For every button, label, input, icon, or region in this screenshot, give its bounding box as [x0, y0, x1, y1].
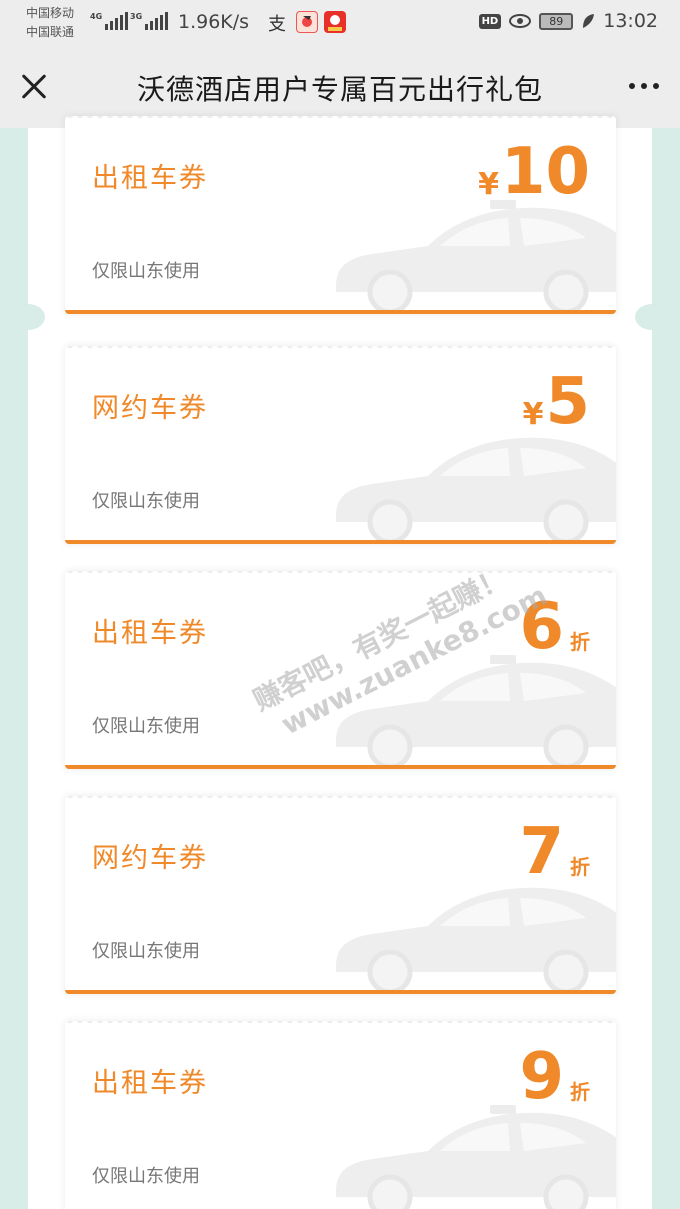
ticket-notch-right [635, 304, 669, 330]
coupon-card[interactable]: 出租车券 9 折仅限山东使用 [65, 1021, 616, 1209]
app-notification-icon [296, 11, 318, 33]
coupon-value: 10 [500, 135, 590, 209]
coupon-name: 网约车券 [92, 843, 208, 874]
coupon-amount: 7折 [519, 814, 590, 890]
car-illustration-icon [336, 887, 616, 992]
eye-comfort-icon [509, 14, 532, 28]
more-options-button[interactable] [626, 76, 662, 96]
coupon-name: 网约车券 [92, 393, 208, 424]
perforated-edge [65, 346, 616, 350]
coupon-card[interactable]: 网约车券 ¥5 仅限山东使用 [65, 346, 616, 544]
coupon-value: 5 [545, 365, 590, 439]
coupon-amount: ¥5 [523, 364, 590, 440]
coupon-region-limit: 仅限山东使用 [92, 716, 200, 737]
status-bar: 中国移动 中国联通 4G 3G 1.96K/s 支 HD 89 13:02 [0, 0, 680, 46]
page-title: 沃德酒店用户专属百元出行礼包 [136, 73, 543, 106]
coupon-region-limit: 仅限山东使用 [92, 941, 200, 962]
coupon-panel: 出租车券 ¥10 仅限山东使用 网约车券 ¥5 仅限山东使用 出租车券 6 折仅限山东使用 网约车… [11, 116, 669, 1209]
coupon-value: 7 [519, 815, 564, 889]
coupon-name: 出租车券 [92, 618, 208, 649]
coupon-name: 出租车券 [92, 163, 208, 194]
discount-unit: 折 [570, 630, 590, 654]
status-right: HD 89 13:02 [478, 10, 658, 32]
signal-icon-1: 4G [90, 12, 129, 30]
currency-symbol: ¥ [522, 397, 544, 432]
currency-symbol: ¥ [478, 167, 499, 202]
leaf-icon [583, 14, 595, 28]
car-illustration-icon [336, 437, 616, 542]
coupon-region-limit: 仅限山东使用 [92, 261, 200, 282]
alipay-notification-icon: 支 [268, 14, 286, 35]
network-speed: 1.96K/s [178, 11, 250, 33]
coupon-card[interactable]: 网约车券 7 折仅限山东使用 [65, 796, 616, 994]
discount-unit: 折 [570, 1080, 590, 1104]
hd-icon: HD [478, 13, 502, 29]
coupon-amount: 9折 [519, 1039, 590, 1115]
car-illustration-icon [336, 1105, 616, 1209]
carrier-2: 中国联通 [26, 25, 75, 39]
perforated-edge [65, 796, 616, 800]
carrier-names: 中国移动 中国联通 [26, 4, 74, 42]
coupon-amount: ¥10 [478, 134, 590, 210]
battery-icon: 89 [539, 12, 574, 30]
carrier-1: 中国移动 [26, 6, 75, 20]
coupon-card[interactable]: 出租车券 ¥10 仅限山东使用 [65, 116, 616, 314]
coupon-value: 9 [519, 1040, 564, 1114]
signal-icon-2: 3G [130, 12, 169, 30]
app-notification-icon-2 [324, 11, 346, 33]
discount-unit: 折 [570, 855, 590, 879]
coupon-region-limit: 仅限山东使用 [92, 491, 200, 512]
coupon-region-limit: 仅限山东使用 [92, 1166, 200, 1187]
perforated-edge [65, 116, 616, 120]
clock: 13:02 [603, 10, 658, 32]
perforated-edge [65, 1021, 616, 1025]
coupon-name: 出租车券 [92, 1068, 208, 1099]
car-illustration-icon [336, 200, 616, 312]
ticket-notch-left [11, 304, 45, 330]
close-button[interactable] [14, 66, 54, 106]
